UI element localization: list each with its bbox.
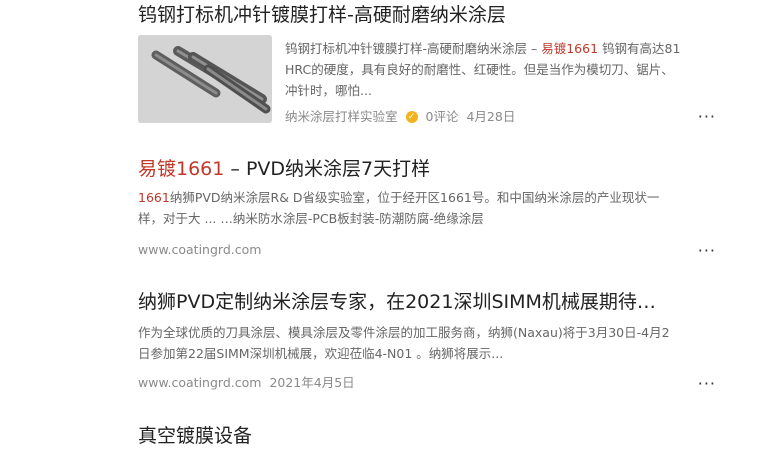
result-title-link[interactable]: 纳狮PVD定制纳米涂层专家，在2021深圳SIMM机械展期待… — [138, 289, 678, 315]
comment-count[interactable]: 0评论 — [426, 108, 459, 126]
result-title-link[interactable]: 易镀1661 – PVD纳米涂层7天打样 — [138, 156, 718, 182]
search-result-1: 钨钢打标机冲针镀膜打样-高硬耐磨纳米涂层 — [138, 2, 718, 28]
result-url[interactable]: www.coatingrd.com — [138, 241, 261, 259]
search-result-4: 真空镀膜设备 — [138, 423, 718, 449]
more-options-icon[interactable]: ··· — [698, 109, 716, 125]
drill-bits-image — [138, 35, 272, 123]
result-thumbnail[interactable] — [138, 35, 272, 123]
source-name[interactable]: 纳米涂层打样实验室 — [285, 108, 398, 126]
more-options-icon[interactable]: ··· — [698, 376, 716, 392]
result-title-link[interactable]: 钨钢打标机冲针镀膜打样-高硬耐磨纳米涂层 — [138, 2, 718, 28]
result-date: 4月28日 — [466, 109, 516, 124]
result-description: 1661纳狮PVD纳米涂层R& D省级实验室，位于经开区1661号。和中国纳米涂… — [138, 190, 660, 226]
search-result-2: 易镀1661 – PVD纳米涂层7天打样 — [138, 156, 718, 182]
result-meta: 纳米涂层打样实验室 ✓ 0评论 4月28日 — [285, 108, 515, 126]
more-options-icon[interactable]: ··· — [698, 243, 716, 259]
verified-badge-icon: ✓ — [405, 111, 418, 123]
result-meta: www.coatingrd.com 2021年4月5日 — [138, 374, 355, 392]
result-url[interactable]: www.coatingrd.com — [138, 374, 261, 392]
result-title-link[interactable]: 真空镀膜设备 — [138, 423, 718, 449]
search-result-3: 纳狮PVD定制纳米涂层专家，在2021深圳SIMM机械展期待… — [138, 289, 678, 315]
result-date: 2021年4月5日 — [269, 375, 355, 390]
result-description: 钨钢打标机冲针镀膜打样-高硬耐磨纳米涂层 – 易镀1661 钨钢有高达81 HR… — [285, 41, 681, 98]
result-description: 作为全球优质的刀具涂层、模具涂层及零件涂层的加工服务商，纳狮(Naxau)将于3… — [138, 325, 670, 361]
